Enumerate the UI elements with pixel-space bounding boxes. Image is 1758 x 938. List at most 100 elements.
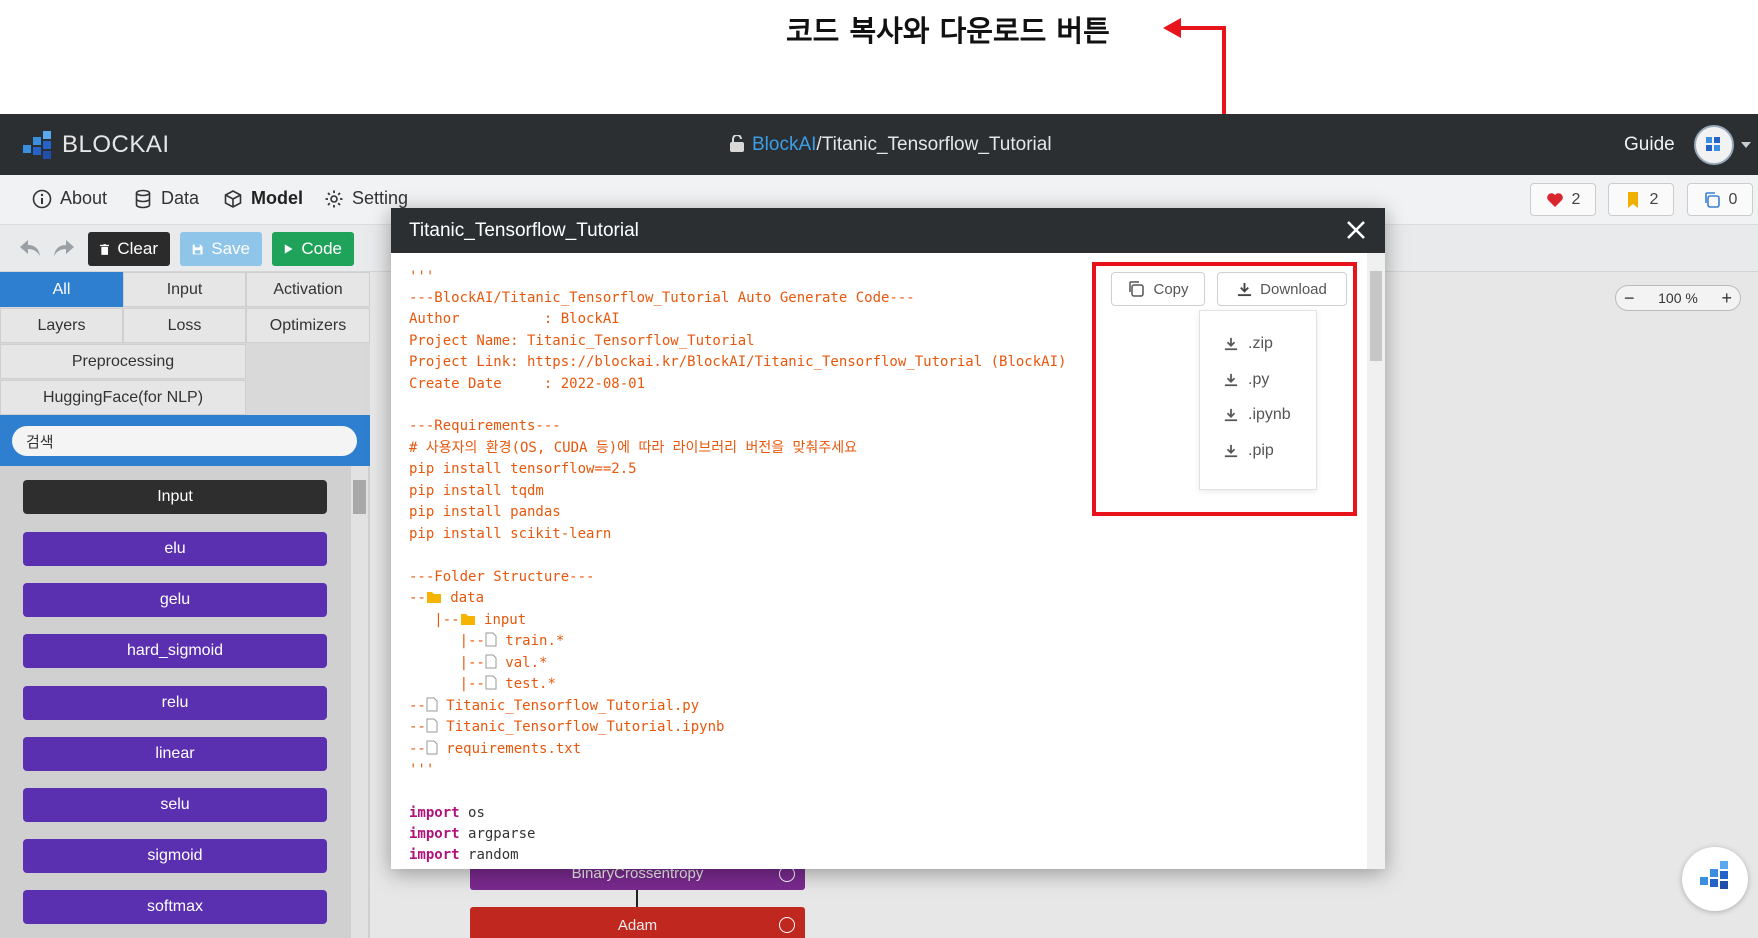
block-linear[interactable]: linear bbox=[23, 737, 327, 771]
code-line: -- data bbox=[409, 588, 484, 608]
block-elu[interactable]: elu bbox=[23, 532, 327, 566]
tree-entry: requirements.txt bbox=[446, 741, 582, 757]
chat-support-button[interactable] bbox=[1682, 847, 1748, 911]
save-icon bbox=[192, 244, 203, 254]
category-preprocessing[interactable]: Preprocessing bbox=[0, 344, 246, 379]
block-sigmoid[interactable]: sigmoid bbox=[23, 839, 327, 873]
code-button[interactable]: Code bbox=[272, 232, 354, 266]
info-icon bbox=[32, 189, 52, 208]
code-line: import argparse bbox=[409, 824, 535, 844]
zoom-in-button[interactable]: + bbox=[1721, 288, 1732, 309]
tab-data[interactable]: Data bbox=[133, 188, 199, 209]
code-line: -- requirements.txt bbox=[409, 739, 581, 759]
chevron-down-icon[interactable] bbox=[779, 917, 795, 933]
tree-prefix: -- bbox=[409, 698, 426, 714]
blockai-logo-icon[interactable] bbox=[23, 131, 51, 159]
code-line: ---Requirements--- bbox=[409, 418, 561, 434]
category-layers[interactable]: Layers bbox=[0, 308, 123, 343]
tab-model[interactable]: Model bbox=[223, 188, 303, 209]
keyword: import bbox=[409, 826, 460, 842]
search-input[interactable] bbox=[12, 426, 357, 456]
tree-prefix: |-- bbox=[409, 655, 485, 671]
code-line: Create Date : 2022-08-01 bbox=[409, 376, 646, 392]
category-loss[interactable]: Loss bbox=[123, 308, 246, 343]
like-button[interactable]: 2 bbox=[1530, 183, 1596, 216]
copy-icon bbox=[1704, 191, 1720, 208]
folder-icon bbox=[426, 592, 441, 603]
file-icon bbox=[426, 697, 438, 712]
node-connector bbox=[636, 890, 638, 908]
project-name: Titanic_Tensorflow_Tutorial bbox=[821, 134, 1052, 155]
redo-icon[interactable] bbox=[53, 239, 75, 257]
copy-project-button[interactable]: 0 bbox=[1687, 183, 1753, 216]
code-line: -- Titanic_Tensorflow_Tutorial.py bbox=[409, 696, 699, 716]
zoom-out-button[interactable]: − bbox=[1624, 288, 1635, 309]
category-optimizers[interactable]: Optimizers bbox=[246, 308, 370, 343]
zoom-control: − 100 % + bbox=[1615, 285, 1741, 311]
gear-icon bbox=[325, 190, 343, 207]
tab-setting-label: Setting bbox=[352, 188, 409, 208]
file-icon bbox=[485, 654, 497, 669]
chat-logo-icon bbox=[1700, 861, 1728, 889]
module-name: random bbox=[468, 847, 519, 863]
category-all[interactable]: All bbox=[0, 272, 123, 307]
clear-button[interactable]: Clear bbox=[88, 232, 170, 266]
block-input[interactable]: Input bbox=[23, 480, 327, 514]
guide-link[interactable]: Guide bbox=[1624, 134, 1675, 156]
code-line: pip install scikit-learn bbox=[409, 526, 612, 542]
block-gelu[interactable]: gelu bbox=[23, 583, 327, 617]
cube-icon bbox=[224, 189, 242, 208]
block-hard-sigmoid[interactable]: hard_sigmoid bbox=[23, 634, 327, 668]
file-icon bbox=[485, 632, 497, 647]
bookmark-button[interactable]: 2 bbox=[1608, 183, 1674, 216]
tab-data-label: Data bbox=[161, 188, 200, 208]
tree-entry: test.* bbox=[505, 676, 556, 692]
save-button[interactable]: Save bbox=[180, 232, 262, 266]
block-softmax[interactable]: softmax bbox=[23, 890, 327, 924]
search-strip bbox=[0, 415, 370, 466]
code-label: Code bbox=[301, 239, 342, 258]
modal-scroll-thumb[interactable] bbox=[1370, 271, 1382, 361]
module-name: argparse bbox=[468, 826, 536, 842]
close-icon[interactable] bbox=[1345, 219, 1367, 241]
code-line: import os bbox=[409, 803, 485, 823]
tree-entry: data bbox=[450, 590, 485, 606]
code-line: |-- val.* bbox=[409, 653, 547, 673]
code-line: -- Titanic_Tensorflow_Tutorial.ipynb bbox=[409, 717, 724, 737]
tab-about[interactable]: About bbox=[32, 188, 107, 209]
tree-entry: Titanic_Tensorflow_Tutorial.ipynb bbox=[446, 719, 725, 735]
logo-text[interactable]: BLOCKAI bbox=[62, 131, 170, 159]
undo-icon[interactable] bbox=[19, 239, 41, 257]
category-huggingface[interactable]: HuggingFace(for NLP) bbox=[0, 380, 246, 415]
modal-scrollbar[interactable] bbox=[1367, 253, 1385, 869]
category-activation[interactable]: Activation bbox=[246, 272, 370, 307]
block-selu[interactable]: selu bbox=[23, 788, 327, 822]
code-line: |-- test.* bbox=[409, 674, 556, 694]
sidebar-scrollbar[interactable] bbox=[351, 466, 368, 938]
modal-header: Titanic_Tensorflow_Tutorial bbox=[391, 208, 1385, 253]
file-icon bbox=[485, 675, 497, 690]
project-owner-link[interactable]: BlockAI bbox=[752, 134, 816, 155]
unlock-icon bbox=[730, 135, 744, 152]
tree-entry: Titanic_Tensorflow_Tutorial.py bbox=[446, 698, 700, 714]
annotation-highlight-box bbox=[1092, 262, 1357, 516]
avatar-logo-icon bbox=[1706, 137, 1720, 151]
tab-about-label: About bbox=[60, 188, 108, 208]
like-count: 2 bbox=[1571, 190, 1581, 208]
canvas-node-optimizer[interactable]: Adam bbox=[470, 907, 805, 938]
tree-prefix: -- bbox=[409, 590, 426, 606]
avatar[interactable] bbox=[1694, 125, 1734, 165]
block-list: Input elu gelu hard_sigmoid relu linear … bbox=[0, 466, 370, 938]
keyword: import bbox=[409, 805, 460, 821]
sidebar: All Input Activation Layers Loss Optimiz… bbox=[0, 272, 370, 938]
annotation-title: 코드 복사와 다운로드 버튼 bbox=[786, 14, 1110, 48]
block-relu[interactable]: relu bbox=[23, 686, 327, 720]
tree-entry: train.* bbox=[505, 633, 565, 649]
sidebar-scroll-thumb[interactable] bbox=[353, 480, 366, 514]
tab-setting[interactable]: Setting bbox=[324, 188, 408, 209]
avatar-caret-icon[interactable] bbox=[1741, 142, 1751, 148]
tree-prefix: -- bbox=[409, 741, 426, 757]
tree-prefix: |-- bbox=[409, 676, 485, 692]
category-input[interactable]: Input bbox=[123, 272, 246, 307]
canvas-node-label: Adam bbox=[617, 916, 658, 934]
